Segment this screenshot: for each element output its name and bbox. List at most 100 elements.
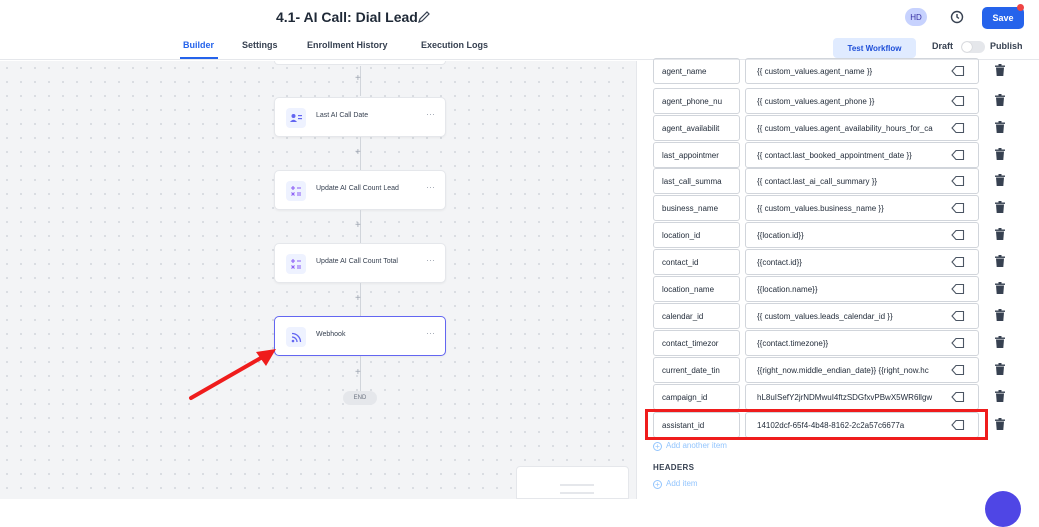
test-workflow-button[interactable]: Test Workflow	[833, 38, 916, 58]
tag-icon[interactable]	[951, 391, 965, 403]
add-step-plus[interactable]: +	[355, 367, 361, 378]
key-input[interactable]: contact_id	[653, 249, 740, 275]
value-input[interactable]: {{location.name}}	[745, 276, 979, 302]
value-input[interactable]: {{ contact.last_booked_appointment_date …	[745, 142, 979, 168]
key-input[interactable]: business_name	[653, 195, 740, 221]
tag-icon[interactable]	[951, 122, 965, 134]
trash-icon[interactable]	[995, 255, 1005, 267]
key-input[interactable]: agent_phone_nu	[653, 88, 740, 114]
tab-execution-logs[interactable]: Execution Logs	[421, 40, 488, 50]
trash-icon[interactable]	[995, 94, 1005, 106]
value-input[interactable]: {{ contact.last_ai_call_summary }}	[745, 168, 979, 194]
avatar[interactable]: HD	[905, 8, 927, 26]
custom-data-row: location_name {{location.name}}	[653, 276, 1028, 302]
tab-settings[interactable]: Settings	[242, 40, 278, 50]
trash-icon[interactable]	[995, 121, 1005, 133]
add-header-item-link[interactable]: + Add item	[653, 479, 698, 489]
red-highlight-box	[645, 409, 988, 440]
add-step-plus[interactable]: +	[355, 147, 361, 158]
webhook-icon	[286, 327, 306, 347]
unsaved-indicator-dot	[1017, 4, 1024, 11]
previous-node-bottom[interactable]	[274, 61, 446, 65]
math-operators-icon	[286, 181, 306, 201]
custom-data-row: last_call_summa{{ contact.last_ai_call_s…	[653, 168, 1028, 194]
tag-icon[interactable]	[951, 229, 965, 241]
key-input[interactable]: last_call_summa	[653, 168, 740, 194]
tag-icon[interactable]	[951, 337, 965, 349]
value-input[interactable]: {{ custom_values.agent_availability_hour…	[745, 115, 979, 141]
value-input[interactable]: {{ custom_values.agent_name }}	[745, 58, 979, 84]
key-input[interactable]: location_id	[653, 222, 740, 248]
tab-builder[interactable]: Builder	[183, 40, 214, 50]
publish-toggle[interactable]	[961, 41, 985, 53]
custom-data-row: campaign_id hL8uISefY2jrNDMwuI4ftzSDGfxvP…	[653, 384, 1028, 410]
tag-icon[interactable]	[951, 364, 965, 376]
trash-icon[interactable]	[995, 64, 1005, 76]
plus-circle-icon: +	[653, 442, 662, 451]
workflow-node-update-ai-call-count-lead[interactable]: Update AI Call Count Lead ···	[274, 170, 446, 210]
trash-icon[interactable]	[995, 309, 1005, 321]
value-input[interactable]: {{ custom_values.leads_calendar_id }}	[745, 303, 979, 329]
custom-data-row: agent_name{{ custom_values.agent_name }}	[653, 58, 1028, 84]
value-input[interactable]: {{contact.timezone}}	[745, 330, 979, 356]
workflow-node-webhook[interactable]: Webhook ···	[274, 316, 446, 356]
custom-data-row: contact_timezor {{contact.timezone}}	[653, 330, 1028, 356]
headers-section-title: HEADERS	[653, 463, 695, 472]
active-tab-underline	[180, 57, 218, 59]
node-menu-icon[interactable]: ···	[426, 328, 435, 338]
key-input[interactable]: last_appointmer	[653, 142, 740, 168]
key-input[interactable]: location_name	[653, 276, 740, 302]
trash-icon[interactable]	[995, 390, 1005, 402]
custom-data-row: calendar_id{{ custom_values.leads_calend…	[653, 303, 1028, 329]
red-arrow-annotation	[189, 349, 276, 400]
value-input[interactable]: {{contact.id}}	[745, 249, 979, 275]
minimap-line	[560, 492, 594, 494]
pencil-icon[interactable]	[417, 10, 431, 24]
trash-icon[interactable]	[995, 148, 1005, 160]
tab-enrollment-history[interactable]: Enrollment History	[307, 40, 388, 50]
add-step-plus[interactable]: +	[355, 293, 361, 304]
workflow-node-last-ai-call-date[interactable]: Last AI Call Date ···	[274, 97, 446, 137]
tag-icon[interactable]	[951, 65, 965, 77]
trash-icon[interactable]	[995, 418, 1005, 430]
key-input[interactable]: current_date_tin	[653, 357, 740, 383]
tag-icon[interactable]	[951, 175, 965, 187]
value-input[interactable]: {{ custom_values.agent_phone }}	[745, 88, 979, 114]
trash-icon[interactable]	[995, 201, 1005, 213]
value-input[interactable]: {{right_now.middle_endian_date}} {{right…	[745, 357, 979, 383]
tag-icon[interactable]	[951, 310, 965, 322]
node-menu-icon[interactable]: ···	[426, 255, 435, 265]
value-input[interactable]: {{ custom_values.business_name }}	[745, 195, 979, 221]
draft-label: Draft	[932, 41, 954, 51]
minimap[interactable]	[516, 466, 629, 499]
add-step-plus[interactable]: +	[355, 73, 361, 84]
workflow-node-update-ai-call-count-total[interactable]: Update AI Call Count Total ···	[274, 243, 446, 283]
custom-data-row: contact_id {{contact.id}}	[653, 249, 1028, 275]
value-input[interactable]: {{location.id}}	[745, 222, 979, 248]
node-menu-icon[interactable]: ···	[426, 109, 435, 119]
tag-icon[interactable]	[951, 256, 965, 268]
trash-icon[interactable]	[995, 336, 1005, 348]
value-input[interactable]: hL8uISefY2jrNDMwuI4ftzSDGfxvPBwX5WR6llgw	[745, 384, 979, 410]
key-input[interactable]: contact_timezor	[653, 330, 740, 356]
add-another-item-link[interactable]: + Add another item	[653, 441, 727, 451]
add-step-plus[interactable]: +	[355, 220, 361, 231]
tag-icon[interactable]	[951, 95, 965, 107]
trash-icon[interactable]	[995, 228, 1005, 240]
tag-icon[interactable]	[951, 149, 965, 161]
top-bar: 4.1- AI Call: Dial Lead HD Save	[0, 0, 1039, 36]
trash-icon[interactable]	[995, 282, 1005, 294]
tag-icon[interactable]	[951, 202, 965, 214]
key-input[interactable]: calendar_id	[653, 303, 740, 329]
trash-icon[interactable]	[995, 363, 1005, 375]
key-input[interactable]: agent_availabilit	[653, 115, 740, 141]
history-icon[interactable]	[949, 9, 965, 25]
trash-icon[interactable]	[995, 174, 1005, 186]
node-menu-icon[interactable]: ···	[426, 182, 435, 192]
math-operators-icon	[286, 254, 306, 274]
key-input[interactable]: campaign_id	[653, 384, 740, 410]
tag-icon[interactable]	[951, 283, 965, 295]
help-chat-button[interactable]	[985, 491, 1021, 527]
key-input[interactable]: agent_name	[653, 58, 740, 84]
add-item-label: Add item	[666, 479, 698, 488]
